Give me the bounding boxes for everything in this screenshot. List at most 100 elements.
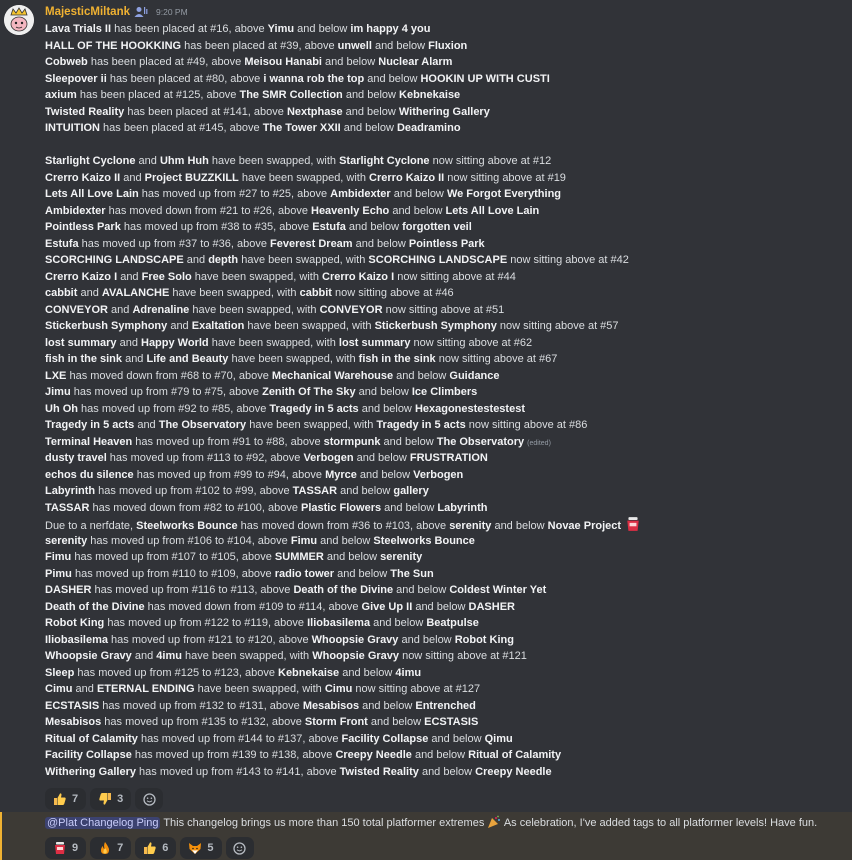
level-name: Heavenly Echo (311, 204, 390, 217)
changelog-line: Estufa has moved up from #37 to #36, abo… (45, 236, 852, 253)
level-name: Facility Collapse (45, 749, 132, 761)
changelog-line: Jimu has moved up from #79 to #75, above… (45, 384, 852, 401)
line-text: and (116, 336, 141, 349)
line-text: have been swapped, with (181, 650, 313, 662)
level-name: serenity (45, 534, 88, 547)
reaction-fox[interactable]: 5 (180, 837, 222, 859)
add-reaction-button[interactable] (135, 788, 164, 810)
level-name: Crerro Kaizo II (369, 171, 445, 184)
line-text: has moved up from #139 to #138, above (131, 749, 336, 761)
changelog-line: Facility Collapse has moved up from #139… (45, 747, 852, 764)
level-name: Free Solo (141, 270, 192, 283)
level-name: SCORCHING LANDSCAPE (45, 254, 184, 266)
changelog-line: Iliobasilema has moved up from #121 to #… (45, 632, 852, 649)
level-name: Lets All Love Lain (45, 188, 139, 200)
line-text: has moved up from #99 to #94, above (133, 468, 326, 481)
level-name: SCORCHING LANDSCAPE (368, 254, 508, 266)
changelog-line: lost summary and Happy World have been s… (45, 335, 852, 352)
changelog-line: Pointless Park has moved up from #38 to … (45, 219, 852, 236)
level-name: Ambidexter (45, 204, 106, 217)
level-name: Plastic Flowers (301, 501, 382, 514)
level-name: Deadramino (396, 122, 461, 134)
reaction-thumbs-up[interactable]: 7 (45, 788, 87, 810)
line-text: and below (345, 221, 403, 233)
level-name: Cimu (45, 683, 73, 695)
level-name: echos du silence (45, 468, 134, 481)
level-name: TASSAR (292, 485, 338, 497)
level-name: Iliobasilema (307, 617, 371, 629)
changelog-line: Lets All Love Lain has moved up from #27… (45, 186, 852, 203)
level-name: Fimu (290, 534, 318, 547)
thumbs-down-icon (98, 792, 112, 806)
line-text: has moved up from #135 to #132, above (101, 716, 305, 728)
line-text: and below (340, 122, 397, 134)
level-name: Steelworks Bounce (373, 534, 475, 547)
add-reaction-icon (143, 792, 156, 806)
avatar[interactable] (4, 5, 34, 35)
line-text: and below (317, 534, 374, 547)
level-name: Verbogen (413, 468, 464, 481)
reaction-thumbs-up[interactable]: 6 (135, 837, 177, 859)
line-text: and below (355, 386, 412, 398)
reaction-thumbs-down[interactable]: 3 (90, 788, 132, 810)
role-mention[interactable]: @Plat Changelog Ping (45, 817, 161, 829)
author-name[interactable]: MajesticMiltank (45, 4, 130, 20)
reaction-count: 7 (72, 793, 79, 805)
changelog-line: fish in the sink and Life and Beauty hav… (45, 351, 852, 368)
level-name: Estufa (45, 237, 79, 250)
level-name: fish in the sink (358, 353, 436, 365)
level-name: Fimu (45, 551, 72, 563)
level-name: lost summary (338, 336, 411, 349)
level-name: Ice Climbers (411, 386, 478, 398)
line-text: has moved up from #79 to #75, above (70, 386, 263, 398)
line-text: has been placed at #39, above (181, 39, 338, 52)
level-name: HALL OF THE HOOKKING (45, 39, 182, 52)
changelog-line: INTUITION has been placed at #145, above… (45, 120, 852, 137)
level-name: INTUITION (45, 122, 100, 134)
level-name: Life and Beauty (146, 353, 229, 365)
changelog-line: cabbit and AVALANCHE have been swapped, … (45, 285, 852, 302)
message-content: Lava Trials II has been placed at #16, a… (45, 21, 852, 780)
timestamp: 9:20 PM (156, 7, 188, 17)
line-text: has moved down from #82 to #100, above (89, 501, 301, 514)
level-name: serenity (449, 520, 492, 532)
level-name: Beatpulse (426, 617, 479, 629)
level-name: Ritual of Calamity (468, 749, 562, 761)
changelog-line: axium has been placed at #125, above The… (45, 87, 852, 104)
line-text: and below (358, 402, 415, 415)
line-text: has moved up from #110 to #109, above (71, 567, 275, 580)
level-name: Qimu (484, 732, 513, 745)
line-text: now sitting above at #127 (352, 683, 481, 695)
line-text: has moved down from #21 to #26, above (105, 204, 311, 217)
line-text: has moved down from #68 to #70, above (66, 369, 272, 382)
line-text: have been swapped, with (238, 254, 369, 266)
level-name: cabbit (299, 287, 332, 299)
message-highlighted: @Plat Changelog Ping This changelog brin… (0, 812, 852, 860)
level-name: Pointless Park (45, 221, 121, 233)
reaction-jar[interactable]: 9 (45, 837, 87, 859)
line-text: and below (342, 105, 399, 118)
line-text: and below (339, 666, 396, 679)
level-name: Tragedy in 5 acts (376, 419, 466, 431)
level-name: Twisted Reality (45, 105, 125, 118)
add-reaction-button[interactable] (225, 837, 254, 859)
changelog-line: Ritual of Calamity has moved up from #14… (45, 731, 852, 748)
level-name: dusty travel (45, 452, 107, 464)
changelog-line: SCORCHING LANDSCAPE and depth have been … (45, 252, 852, 269)
level-name: axium (45, 89, 77, 101)
level-name: CONVEYOR (319, 303, 383, 316)
changelog-line: Withering Gallery has moved up from #143… (45, 764, 852, 781)
line-text: has moved up from #106 to #104, above (87, 534, 291, 547)
level-name: Kebnekaise (399, 89, 461, 101)
reaction-fire[interactable]: 7 (90, 837, 132, 859)
line-text: and below (411, 749, 469, 761)
level-name: Estufa (312, 221, 346, 233)
level-name: 4imu (156, 650, 182, 662)
level-name: Meisou Hanabi (244, 56, 322, 68)
changelog-line: Fimu has moved up from #107 to #105, abo… (45, 549, 852, 566)
level-name: im happy 4 you (350, 23, 431, 35)
line-text: and below (390, 188, 447, 200)
changelog-line: Cobweb has been placed at #49, above Mei… (45, 54, 852, 71)
level-name: The Sun (390, 567, 434, 580)
